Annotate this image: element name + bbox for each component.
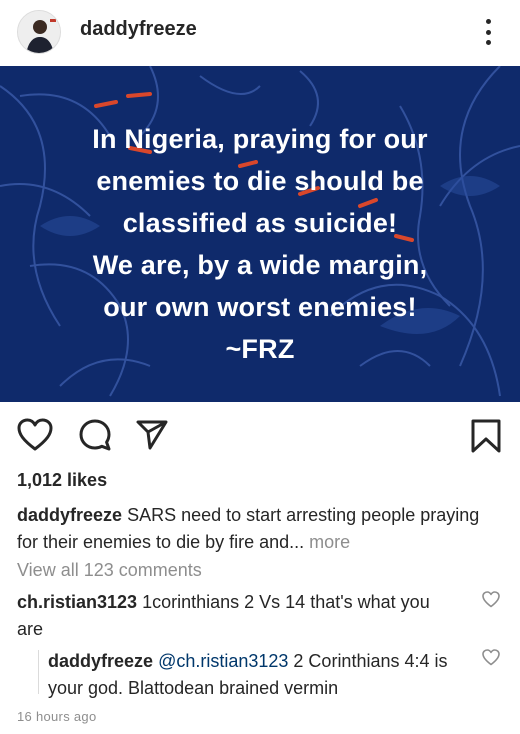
more-options-icon[interactable] [478,16,498,48]
reply-like-heart-icon[interactable] [482,649,500,671]
post-image[interactable]: In Nigeria, praying for our enemies to d… [0,66,520,402]
avatar[interactable] [17,10,61,54]
image-text-line: enemies to die should be [96,166,424,196]
comment-icon[interactable] [78,418,112,457]
caption-more-link[interactable]: more [309,532,350,552]
comment-like-heart-icon[interactable] [482,591,500,613]
image-text-line: In Nigeria, praying for our [92,124,428,154]
post-timestamp: 16 hours ago [17,709,97,724]
caption-username[interactable]: daddyfreeze [17,505,122,525]
comment-username[interactable]: ch.ristian3123 [17,592,137,612]
reply-username[interactable]: daddyfreeze [48,651,153,671]
post-username[interactable]: daddyfreeze [80,18,197,41]
heart-icon[interactable] [17,418,53,457]
view-all-comments-link[interactable]: View all 123 comments [17,560,202,581]
share-icon[interactable] [135,418,169,457]
action-bar [0,410,520,462]
image-text-line: We are, by a wide margin, [92,250,428,280]
image-text-line: our own worst enemies! [103,292,417,322]
reply-indent-divider [38,650,39,694]
comment-reply: daddyfreeze @ch.ristian3123 2 Corinthian… [48,648,458,702]
image-text-line: classified as suicide! [122,208,398,238]
reply-mention-link[interactable]: @ch.ristian3123 [158,651,288,671]
post-header: daddyfreeze [0,0,520,66]
bookmark-icon[interactable] [470,418,502,459]
image-text-line: ~FRZ [225,334,295,364]
comment: ch.ristian3123 1corinthians 2 Vs 14 that… [17,589,457,643]
post-image-text: In Nigeria, praying for our enemies to d… [0,118,520,370]
post-caption: daddyfreeze SARS need to start arresting… [17,502,503,556]
likes-count[interactable]: 1,012 likes [17,470,107,491]
